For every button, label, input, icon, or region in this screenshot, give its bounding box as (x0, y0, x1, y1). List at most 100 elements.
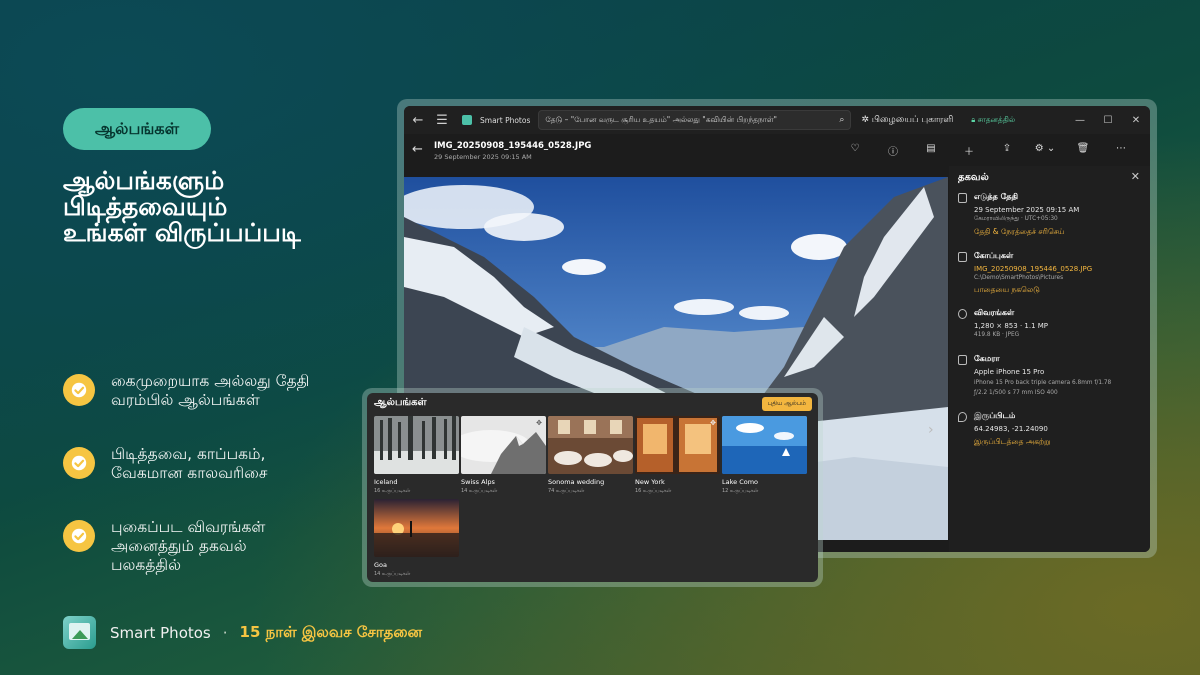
feature-item: புகைப்பட விவரங்கள் அனைத்தும் தகவல் பலகத்… (63, 518, 363, 575)
remove-location-link[interactable]: இருப்பிடத்தை அகற்று (974, 437, 1143, 447)
section-heading: எடுத்த தேதி (974, 192, 1019, 201)
album-card[interactable]: Iceland 16 உருப்படிகள் (374, 416, 459, 494)
file-name: IMG_20250908_195446_0528.JPG (434, 141, 592, 151)
album-count: 14 உருப்படிகள் (374, 571, 411, 577)
minimize-icon[interactable]: — (1066, 106, 1094, 134)
app-logo-icon (63, 616, 96, 649)
album-thumbnail (722, 416, 807, 474)
camera-model: Apple iPhone 15 Pro (974, 368, 1045, 376)
app-title: Smart Photos (480, 115, 531, 125)
feature-line: வரம்பில் ஆல்பங்கள் (111, 391, 260, 409)
album-thumbnail (374, 416, 459, 474)
brand-footer: Smart Photos · 15 நாள் இலவச சோதனை (63, 616, 422, 649)
info-location-section: இருப்பிடம் 64.24983, -21.24090 இருப்பிடத… (958, 411, 1143, 447)
album-card[interactable]: ✥ Swiss Alps 14 உருப்படிகள் (461, 416, 546, 494)
date-timezone: கேமராவிலிருந்து · UTC+05:30 (974, 216, 1058, 222)
image-size: 419.8 KB · JPEG (974, 332, 1020, 338)
album-name: Sonoma wedding (548, 478, 605, 486)
album-name: Goa (374, 561, 387, 569)
album-card[interactable]: Goa 14 உருப்படிகள் (374, 499, 459, 577)
search-icon[interactable]: ⌕ (839, 115, 844, 125)
camera-lens: iPhone 15 Pro back triple camera 6.8mm f… (974, 380, 1112, 386)
next-photo-icon[interactable]: › (928, 422, 934, 438)
feature-text: கைமுறையாக அல்லது தேதி வரம்பில் ஆல்பங்கள் (111, 372, 309, 410)
feature-line: கைமுறையாக அல்லது தேதி (111, 372, 310, 390)
heart-icon[interactable]: ♡ (836, 143, 874, 158)
headline-line: பிடித்தவையும் (63, 192, 228, 221)
check-icon (63, 520, 95, 552)
file-name-link[interactable]: IMG_20250908_195446_0528.JPG (974, 265, 1143, 273)
report-bug-button[interactable]: ✲ பிழையைப் புகாரளி (861, 115, 953, 126)
feature-item: பிடித்தவை, காப்பகம், வேகமான காலவரிசை (63, 445, 363, 483)
albums-panel: ஆல்பங்கள் புதிய ஆல்பம் Iceland 16 உருப்ப… (367, 393, 818, 582)
file-path: C:\Demo\SmartPhotos\Pictures (974, 275, 1064, 281)
feature-line: அனைத்தும் தகவல் (111, 537, 247, 555)
on-device-status[interactable]: 🔒︎ சாதனத்தில் (971, 115, 1015, 125)
album-thumbnail (548, 416, 633, 474)
check-icon (63, 447, 95, 479)
image-dimensions: 1,280 × 853 · 1.1 MP (974, 322, 1049, 330)
separator: · (222, 623, 228, 642)
info-icon[interactable]: ⓘ (874, 143, 912, 158)
share-icon[interactable]: ⇪ (988, 143, 1026, 158)
bug-icon: ✲ (861, 114, 872, 125)
adjust-date-link[interactable]: தேதி & நேரத்தைச் சரிசெய் (974, 227, 1143, 237)
album-count: 12 உருப்படிகள் (722, 488, 759, 494)
feature-line: பிடித்தவை, காப்பகம், (111, 445, 266, 463)
headline-line: உங்கள் விருப்பப்படி (63, 218, 301, 247)
album-card[interactable]: Lake Como 12 உருப்படிகள் (722, 416, 807, 494)
info-date-section: எடுத்த தேதி 29 September 2025 09:15 AM க… (958, 192, 1143, 237)
info-camera-section: கேமரா Apple iPhone 15 Pro iPhone 15 Pro … (958, 354, 1143, 396)
albums-pill: ஆல்பங்கள் (63, 108, 211, 150)
brand-name: Smart Photos (110, 623, 211, 642)
info-file-section: கோப்புகள் IMG_20250908_195446_0528.JPG C… (958, 251, 1143, 295)
hamburger-menu-icon[interactable]: ☰ (430, 113, 454, 128)
section-heading: கேமரா (974, 354, 1000, 363)
list-icon[interactable]: ▤ (912, 143, 950, 158)
copy-path-link[interactable]: பாதையை நகலெடு (974, 285, 1143, 295)
report-bug-label: பிழையைப் புகாரளி (871, 114, 954, 125)
album-count: 74 உருப்படிகள் (548, 488, 585, 494)
plus-icon[interactable]: ＋ (950, 143, 988, 158)
close-icon[interactable]: ✕ (1131, 170, 1140, 183)
pin-icon: ✥ (536, 419, 542, 427)
album-thumbnail: ✥ (461, 416, 546, 474)
search-input[interactable]: தேடு – "போன வருட சூரிய உதயம்" அல்லது "கவ… (538, 110, 852, 130)
app-logo-icon (462, 115, 472, 125)
feature-text: பிடித்தவை, காப்பகம், வேகமான காலவரிசை (111, 445, 267, 483)
settings-dropdown-icon[interactable]: ⚙ ⌄ (1026, 143, 1064, 158)
feature-line: புகைப்பட விவரங்கள் (111, 518, 266, 536)
window-controls: — ☐ ✕ (1066, 106, 1150, 134)
toolbar-actions: ♡ ⓘ ▤ ＋ ⇪ ⚙ ⌄ 🗑︎ ⋯ (836, 143, 1140, 158)
album-thumbnail: ✥ (635, 416, 720, 474)
trash-icon[interactable]: 🗑︎ (1064, 143, 1102, 158)
camera-icon (958, 355, 967, 365)
album-thumbnail (374, 499, 459, 557)
back-arrow-icon[interactable]: ← (412, 142, 423, 157)
album-name: New York (635, 478, 665, 486)
section-heading: விவரங்கள் (974, 308, 1015, 317)
new-album-button[interactable]: புதிய ஆல்பம் (761, 397, 812, 411)
date-value: 29 September 2025 09:15 AM (974, 206, 1080, 214)
album-card[interactable]: Sonoma wedding 74 உருப்படிகள் (548, 416, 633, 494)
headline: ஆல்பங்களும் பிடித்தவையும் உங்கள் விருப்ப… (63, 168, 383, 246)
feature-item: கைமுறையாக அல்லது தேதி வரம்பில் ஆல்பங்கள் (63, 372, 363, 410)
album-name: Iceland (374, 478, 398, 486)
album-name: Swiss Alps (461, 478, 495, 486)
info-details-section: விவரங்கள் 1,280 × 853 · 1.1 MP 419.8 KB … (958, 308, 1143, 338)
album-card[interactable]: ✥ New York 16 உருப்படிகள் (635, 416, 720, 494)
on-device-label: சாதனத்தில் (977, 115, 1016, 124)
info-title: தகவல் (958, 172, 989, 183)
title-bar: ← ☰ Smart Photos தேடு – "போன வருட சூரிய … (404, 106, 1150, 134)
location-coords: 64.24983, -21.24090 (974, 425, 1048, 433)
album-count: 16 உருப்படிகள் (374, 488, 411, 494)
person-pin-icon (958, 412, 967, 422)
more-icon[interactable]: ⋯ (1102, 143, 1140, 158)
calendar-icon (958, 193, 967, 203)
close-icon[interactable]: ✕ (1122, 106, 1150, 134)
album-count: 16 உருப்படிகள் (635, 488, 672, 494)
camera-exif: ƒ/2.2 1/500 s 77 mm ISO 400 (974, 390, 1058, 396)
maximize-icon[interactable]: ☐ (1094, 106, 1122, 134)
feature-text: புகைப்பட விவரங்கள் அனைத்தும் தகவல் பலகத்… (111, 518, 265, 575)
back-arrow-icon[interactable]: ← (406, 113, 430, 128)
